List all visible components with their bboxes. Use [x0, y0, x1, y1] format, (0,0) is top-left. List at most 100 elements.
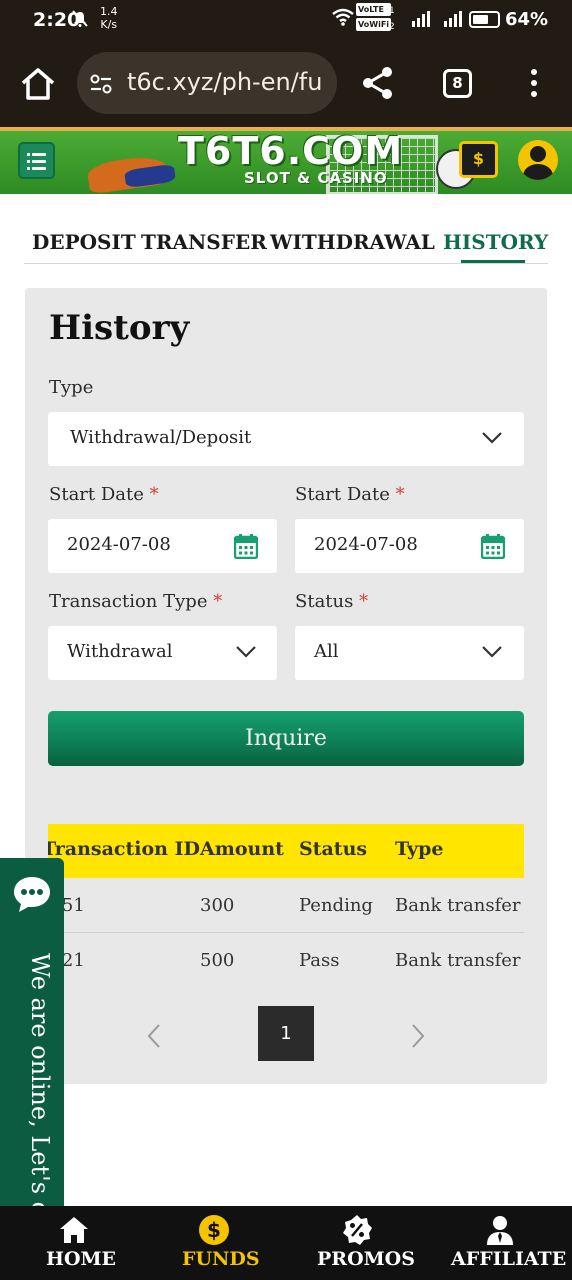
- table-header: Transaction ID Amount Status Type: [48, 824, 524, 878]
- required-mark: *: [149, 484, 159, 505]
- cell-amount: 500: [200, 950, 235, 971]
- svg-text:$: $: [207, 1218, 221, 1242]
- column-header-type: Type: [395, 838, 444, 860]
- column-header-status: Status: [299, 838, 368, 860]
- calendar-icon[interactable]: [234, 533, 258, 559]
- pagination-prev-icon[interactable]: [147, 1023, 161, 1049]
- start-date-label-2: Start Date *: [295, 484, 405, 505]
- nav-item-affiliate[interactable]: AFFILIATE: [440, 1206, 572, 1280]
- share-icon[interactable]: [360, 65, 396, 101]
- vowifi-label: VoWiFi: [356, 18, 392, 31]
- battery-level-fill: [473, 15, 488, 24]
- type-select-value: Withdrawal/Deposit: [70, 427, 252, 448]
- dollar-coin-icon: $: [199, 1215, 229, 1245]
- cell-type: Bank transfer: [395, 950, 521, 971]
- nav-label-funds: FUNDS: [182, 1248, 260, 1270]
- status-label: Status *: [295, 591, 368, 612]
- wallet-icon[interactable]: $: [459, 141, 498, 178]
- site-logo-subtitle: SLOT & CASINO: [244, 169, 388, 187]
- inquire-button[interactable]: Inquire: [48, 711, 524, 766]
- signal-sim2-icon: [444, 11, 462, 27]
- start-date-label-1: Start Date *: [49, 484, 159, 505]
- url-text[interactable]: t6c.xyz/ph-en/fu: [127, 68, 327, 96]
- cell-status: Pass: [299, 950, 340, 971]
- table-row[interactable]: 1921 500 Pass Bank transfer: [48, 933, 524, 988]
- network-speed: 1.4 K/s: [100, 5, 118, 31]
- address-bar[interactable]: t6c.xyz/ph-en/fu: [77, 52, 337, 114]
- site-header-banner: T6T6.COM SLOT & CASINO $: [0, 127, 572, 194]
- history-panel: History Type Withdrawal/Deposit Start Da…: [25, 288, 547, 1084]
- calendar-icon[interactable]: [481, 533, 505, 559]
- start-date-input-1[interactable]: 2024-07-08: [48, 519, 277, 573]
- tab-deposit[interactable]: DEPOSIT: [32, 230, 136, 254]
- nav-item-home[interactable]: HOME: [0, 1206, 130, 1280]
- required-mark: *: [213, 591, 223, 612]
- start-date-value-1: 2024-07-08: [67, 534, 171, 555]
- status-select-value: All: [314, 641, 339, 662]
- funds-tabs: DEPOSIT TRANSFER WITHDRAWAL HISTORY: [24, 222, 548, 264]
- tab-switcher-button[interactable]: 8: [443, 69, 472, 98]
- volte-label: VoLTE: [356, 3, 392, 16]
- signal-sim1-icon: [412, 11, 430, 27]
- browser-toolbar: t6c.xyz/ph-en/fu 8: [0, 40, 572, 127]
- chevron-down-icon: [482, 432, 502, 444]
- chat-bubble-icon[interactable]: [11, 874, 53, 914]
- pagination-page-current[interactable]: 1: [258, 1006, 314, 1061]
- status-label-text: Status: [295, 591, 354, 612]
- page-title: History: [49, 308, 190, 348]
- bottom-navigation: HOME $ FUNDS PROMOS AFFILIATE: [0, 1206, 572, 1280]
- tab-transfer[interactable]: TRANSFER: [141, 230, 267, 254]
- person-icon: [487, 1216, 513, 1245]
- site-logo[interactable]: T6T6.COM: [178, 129, 403, 173]
- tab-history[interactable]: HISTORY: [443, 230, 548, 254]
- active-tab-indicator: [461, 260, 525, 263]
- status-select[interactable]: All: [295, 626, 524, 680]
- start-date-label-2-text: Start Date: [295, 484, 390, 505]
- transaction-type-label-text: Transaction Type: [49, 591, 208, 612]
- network-speed-unit: K/s: [100, 18, 118, 31]
- start-date-value-2: 2024-07-08: [314, 534, 418, 555]
- tab-withdrawal[interactable]: WITHDRAWAL: [270, 230, 435, 254]
- battery-percent: 64%: [505, 9, 549, 30]
- volte-indicator: VoLTE VoWiFi: [356, 3, 392, 33]
- home-icon: [60, 1217, 88, 1243]
- transaction-type-select[interactable]: Withdrawal: [48, 626, 277, 680]
- browser-menu-icon[interactable]: [527, 69, 541, 99]
- cell-amount: 300: [200, 895, 235, 916]
- nav-label-home: HOME: [46, 1248, 117, 1270]
- nav-label-affiliate: AFFILIATE: [451, 1248, 567, 1270]
- browser-home-icon[interactable]: [18, 64, 58, 104]
- nav-label-promos: PROMOS: [317, 1248, 415, 1270]
- type-select[interactable]: Withdrawal/Deposit: [48, 412, 524, 466]
- battery-icon: [469, 11, 500, 28]
- required-mark: *: [395, 484, 405, 505]
- history-table: Transaction ID Amount Status Type 2551 3…: [48, 824, 524, 988]
- status-bar: 2:20 1.4 K/s VoLTE VoWiFi 1 2 64%: [0, 0, 572, 40]
- cell-type: Bank transfer: [395, 895, 521, 916]
- mute-icon: [72, 10, 88, 32]
- sim1-label: 1: [389, 6, 395, 16]
- transaction-type-label: Transaction Type *: [49, 591, 222, 612]
- column-header-amount: Amount: [200, 838, 284, 860]
- nav-item-promos[interactable]: PROMOS: [300, 1206, 430, 1280]
- transaction-type-value: Withdrawal: [67, 641, 173, 662]
- required-mark: *: [359, 591, 369, 612]
- user-avatar-icon[interactable]: [518, 140, 558, 180]
- column-header-transaction-id: Transaction ID: [48, 838, 200, 860]
- table-row[interactable]: 2551 300 Pending Bank transfer: [48, 878, 524, 933]
- site-settings-icon[interactable]: [89, 72, 113, 96]
- start-date-label-1-text: Start Date: [49, 484, 144, 505]
- percent-badge-icon: [343, 1215, 372, 1245]
- pagination-next-icon[interactable]: [411, 1023, 425, 1049]
- live-chat-widget[interactable]: We are online, Let's chat: [0, 858, 64, 1255]
- cell-status: Pending: [299, 895, 373, 916]
- sim2-label: 2: [389, 22, 395, 32]
- chevron-down-icon: [482, 646, 502, 658]
- site-menu-button[interactable]: [18, 142, 55, 179]
- type-label: Type: [49, 377, 94, 398]
- nav-item-funds[interactable]: $ FUNDS: [150, 1206, 280, 1280]
- wifi-icon: [332, 8, 354, 31]
- chevron-down-icon: [236, 646, 256, 658]
- network-speed-value: 1.4: [100, 5, 118, 18]
- start-date-input-2[interactable]: 2024-07-08: [295, 519, 524, 573]
